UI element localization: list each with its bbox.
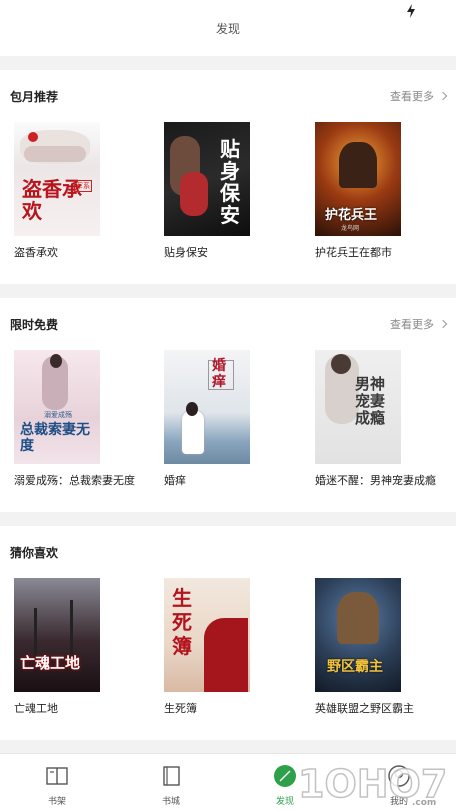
book-cover[interactable]: 溺爱成殇 总裁索妻无度	[14, 350, 100, 464]
section-guess-you-like: 猜你喜欢 亡魂工地 亡魂工地 生死簿 生死簿 野区霸主 英雄联盟之野区霸主	[0, 526, 456, 740]
cover-text: 贴身保安	[220, 137, 240, 227]
book-cover[interactable]: 护花兵王 龙鸟网	[315, 122, 401, 236]
book-cover[interactable]: 野区霸主	[315, 578, 401, 692]
book-cover[interactable]: 亡魂工地	[14, 578, 100, 692]
chevron-right-icon	[438, 319, 448, 329]
see-more-label: 查看更多	[390, 319, 434, 331]
chevron-right-icon	[438, 91, 448, 101]
book-cover[interactable]: 贴身保安	[164, 122, 250, 236]
cover-text: 护花兵王	[325, 208, 378, 223]
section-title: 猜你喜欢	[10, 546, 59, 560]
book-title: 英雄联盟之野区霸主	[315, 703, 414, 715]
book-card[interactable]: 护花兵王 龙鸟网 护花兵王在都市	[315, 122, 445, 260]
cover-text: 亡魂工地	[20, 654, 81, 672]
section-title: 限时免费	[10, 318, 59, 332]
cover-tag: 溺爱成殇	[44, 412, 72, 419]
tab-bookshelf[interactable]: 书架	[12, 754, 102, 811]
book-title: 亡魂工地	[14, 703, 58, 715]
book-card[interactable]: 生死簿 生死簿	[164, 578, 294, 716]
section-title: 包月推荐	[10, 90, 59, 104]
book-cover[interactable]: 盗香承欢 军系	[14, 122, 100, 236]
cover-text: 男神宠妻成瘾	[355, 375, 386, 427]
book-cover[interactable]: 生死簿	[164, 578, 250, 692]
bookshelf-icon	[46, 767, 68, 785]
book-title: 溺爱成殇：总裁索妻无度	[14, 475, 135, 487]
page-title: 发现	[215, 22, 240, 36]
book-card[interactable]: 亡魂工地 亡魂工地	[14, 578, 144, 716]
bookstore-icon	[163, 766, 180, 786]
cover-text: 生死簿	[172, 586, 192, 658]
book-card[interactable]: 贴身保安 贴身保安	[164, 122, 294, 260]
book-cover[interactable]: 婚痒	[164, 350, 250, 464]
book-title: 生死簿	[164, 703, 197, 715]
flash-icon	[407, 4, 415, 18]
book-card[interactable]: 野区霸主 英雄联盟之野区霸主	[315, 578, 445, 716]
section-monthly-recommend: 包月推荐 查看更多 盗香承欢 军系 盗香承欢 贴身保安 贴身保安 护花兵王 龙鸟…	[0, 70, 456, 284]
tab-label: 书城	[161, 796, 180, 806]
see-more-label: 查看更多	[390, 91, 434, 103]
svg-text:.com: .com	[412, 798, 436, 808]
cover-text: 野区霸主	[327, 659, 383, 675]
book-card[interactable]: 溺爱成殇 总裁索妻无度 溺爱成殇：总裁索妻无度	[14, 350, 144, 488]
see-more-button[interactable]: 查看更多	[390, 88, 448, 104]
cover-text: 婚痒	[212, 358, 226, 390]
see-more-button[interactable]: 查看更多	[390, 316, 448, 332]
book-card[interactable]: 男神宠妻成瘾 婚迷不醒：男神宠妻成瘾	[315, 350, 445, 488]
book-title: 婚迷不醒：男神宠妻成瘾	[315, 475, 436, 487]
book-title: 贴身保安	[164, 247, 208, 259]
book-title: 盗香承欢	[14, 247, 58, 259]
tab-label: 书架	[47, 796, 66, 806]
cover-text: 总裁索妻无度	[20, 422, 90, 454]
site-watermark-logo: 1OHO7 .com	[297, 761, 448, 808]
top-bar: 发现	[0, 0, 456, 56]
book-title: 护花兵王在都市	[315, 247, 392, 259]
book-title: 婚痒	[164, 475, 186, 487]
book-card[interactable]: 婚痒 婚痒	[164, 350, 294, 488]
section-limited-free: 限时免费 查看更多 溺爱成殇 总裁索妻无度 溺爱成殇：总裁索妻无度 婚痒 婚痒 …	[0, 298, 456, 512]
cover-tag: 军系	[74, 180, 92, 192]
book-card[interactable]: 盗香承欢 军系 盗香承欢	[14, 122, 144, 260]
cover-tag: 龙鸟网	[341, 226, 360, 232]
book-cover[interactable]: 男神宠妻成瘾	[315, 350, 401, 464]
tab-bookstore[interactable]: 书城	[126, 754, 216, 811]
